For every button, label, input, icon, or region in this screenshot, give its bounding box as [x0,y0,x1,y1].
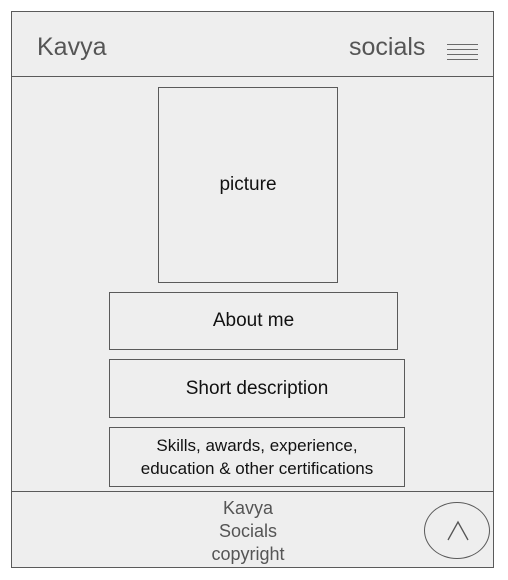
skills-section[interactable]: Skills, awards, experience, education & … [109,427,405,487]
footer-line: copyright [211,544,285,564]
profile-picture-placeholder: picture [158,87,338,283]
skills-line: education & other certifications [140,459,374,478]
footer-text: Kavya Socials copyright [148,497,348,566]
short-description-label: Short description [185,377,329,399]
chevron-up-icon [447,520,469,541]
about-me-label: About me [212,310,295,331]
footer-line: Kavya [222,498,274,518]
hamburger-menu-icon[interactable] [447,44,478,61]
skills-line: Skills, awards, experience, [156,436,358,455]
scroll-to-top-button[interactable] [424,502,490,559]
brand-name[interactable]: Kavya [37,35,106,60]
footer-line: Socials [218,521,278,541]
footer: Kavya Socials copyright [12,491,493,567]
page-frame: Kavya socials picture About me Short des… [11,11,494,568]
header: Kavya socials [12,12,493,77]
socials-link[interactable]: socials [349,35,425,60]
about-me-section[interactable]: About me [109,292,398,350]
picture-label: picture [219,174,277,195]
short-description-section[interactable]: Short description [109,359,405,418]
